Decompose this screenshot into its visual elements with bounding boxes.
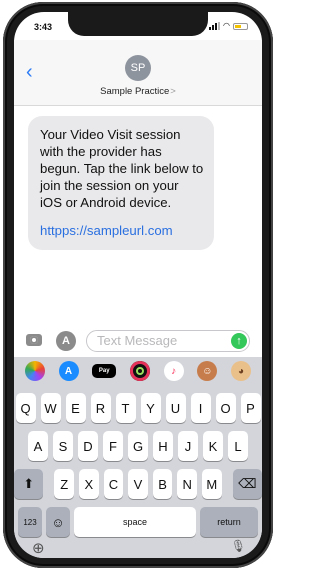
emoji-key[interactable]: ☺ (46, 507, 70, 537)
apple-pay-icon[interactable]: Pay (92, 364, 117, 378)
key-j[interactable]: J (178, 431, 198, 461)
delete-key[interactable]: ⌫ (232, 469, 262, 499)
key-t[interactable]: T (115, 393, 136, 423)
key-c[interactable]: C (103, 469, 124, 499)
key-f[interactable]: F (103, 431, 123, 461)
key-q[interactable]: Q (15, 393, 36, 423)
key-k[interactable]: K (203, 431, 223, 461)
key-s[interactable]: S (53, 431, 73, 461)
wifi-icon: ◠ (223, 21, 230, 30)
status-bar: 3:43 ◠ (14, 12, 262, 42)
key-m[interactable]: M (201, 469, 222, 499)
key-b[interactable]: B (152, 469, 173, 499)
photos-icon[interactable] (24, 361, 45, 381)
contact-name-row[interactable]: Sample Practice> (14, 86, 262, 97)
mic-icon[interactable]: 🎙 (231, 539, 246, 553)
globe-icon[interactable]: ⊕ (32, 539, 45, 557)
app-tray: A Pay ♪ ☺ ◕ (14, 357, 262, 385)
numbers-key[interactable]: 123 (18, 507, 42, 537)
status-time: 3:43 (34, 22, 53, 32)
message-bubble: Your Video Visit session with the provid… (28, 116, 214, 250)
shift-key[interactable]: ⬆ (14, 469, 44, 499)
contact-name: Sample Practice (100, 86, 170, 97)
music-icon[interactable]: ♪ (163, 361, 184, 381)
keyboard-row-3: ⬆ Z X C V B N M ⌫ (14, 469, 262, 499)
key-x[interactable]: X (79, 469, 99, 499)
send-button[interactable]: ↑ (231, 333, 247, 349)
keyboard-row-1: Q W E R T Y U I O P (14, 393, 262, 423)
memoji-icon[interactable]: ☺ (197, 361, 218, 381)
fitness-icon[interactable] (129, 361, 150, 381)
keyboard-row-4: 123 ☺ space return (14, 507, 262, 537)
keyboard: Q W E R T Y U I O P A S D F G H J K L ⬆ … (14, 385, 262, 558)
key-r[interactable]: R (90, 393, 111, 423)
key-o[interactable]: O (215, 393, 236, 423)
app-store-icon[interactable]: A (58, 361, 79, 381)
key-y[interactable]: Y (140, 393, 161, 423)
keyboard-row-2: A S D F G H J K L (14, 431, 262, 461)
signal-icon (209, 22, 221, 30)
key-u[interactable]: U (165, 393, 186, 423)
app-store-button[interactable]: A (56, 331, 76, 351)
phone-screen: 3:43 ◠ ‹ SP Sample Practice> Your Video … (14, 12, 262, 558)
key-v[interactable]: V (128, 469, 148, 499)
key-w[interactable]: W (40, 393, 61, 423)
chevron-right-icon: > (170, 86, 176, 97)
camera-icon[interactable] (26, 334, 42, 346)
contact-avatar[interactable]: SP (125, 55, 151, 81)
space-key[interactable]: space (74, 507, 196, 537)
return-key[interactable]: return (200, 507, 258, 537)
message-placeholder: Text Message (97, 333, 178, 348)
conversation-header: ‹ SP Sample Practice> (14, 40, 262, 106)
battery-icon (233, 22, 248, 30)
message-body: Your Video Visit session with the provid… (40, 127, 204, 210)
back-button[interactable]: ‹ (26, 62, 33, 82)
key-i[interactable]: I (190, 393, 211, 423)
message-input[interactable]: Text Message ↑ (86, 330, 250, 352)
message-composer: A Text Message ↑ (14, 327, 262, 359)
key-g[interactable]: G (128, 431, 148, 461)
phone-frame: 3:43 ◠ ‹ SP Sample Practice> Your Video … (3, 2, 273, 568)
key-z[interactable]: Z (54, 469, 75, 499)
monkey-icon[interactable]: ◕ (231, 361, 252, 381)
key-d[interactable]: D (78, 431, 98, 461)
key-a[interactable]: A (28, 431, 48, 461)
key-e[interactable]: E (65, 393, 86, 423)
key-n[interactable]: N (177, 469, 197, 499)
key-p[interactable]: P (240, 393, 261, 423)
key-h[interactable]: H (153, 431, 173, 461)
status-icons: ◠ (209, 22, 248, 30)
key-l[interactable]: L (228, 431, 248, 461)
message-link[interactable]: httpps://sampleurl.com (40, 222, 204, 239)
